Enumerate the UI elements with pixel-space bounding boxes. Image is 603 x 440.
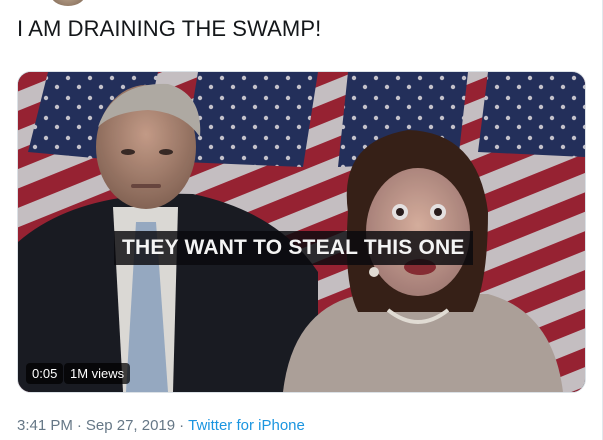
video-views-badge: 1M views (64, 363, 131, 384)
tweet-text: I AM DRAINING THE SWAMP! (17, 16, 322, 41)
avatar[interactable] (50, 0, 86, 6)
video-caption-overlay: THEY WANT TO STEAL THIS ONE (114, 231, 473, 265)
tweet-date[interactable]: Sep 27, 2019 (86, 417, 175, 434)
tweet-time[interactable]: 3:41 PM (17, 417, 73, 434)
video-player[interactable]: THEY WANT TO STEAL THIS ONE 0:05 1M view… (17, 71, 586, 393)
video-duration-badge: 0:05 (26, 363, 64, 384)
meta-separator: · (179, 417, 185, 434)
tweet-meta: 3:41 PM · Sep 27, 2019 · Twitter for iPhone (17, 417, 305, 434)
meta-separator: · (76, 417, 82, 434)
tweet-source-link[interactable]: Twitter for iPhone (188, 417, 305, 434)
